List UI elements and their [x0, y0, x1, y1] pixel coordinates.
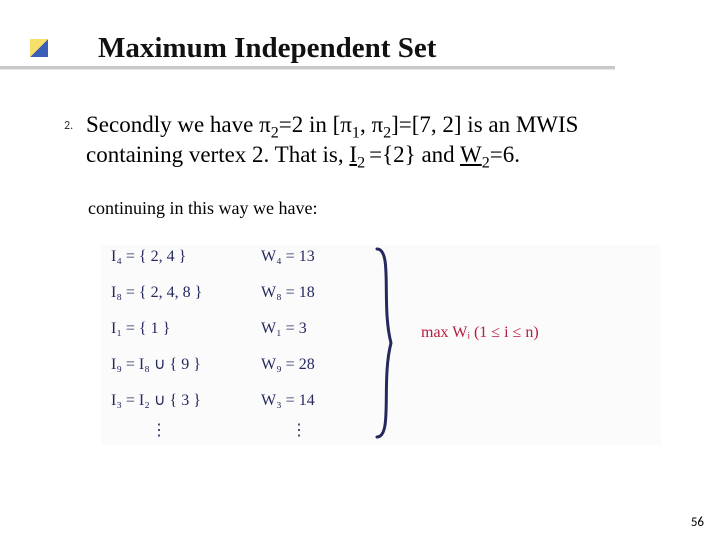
hand-w9: W₉ = 28 — [261, 357, 315, 373]
brace-icon — [371, 245, 401, 446]
hand-w4: W₄ = 13 — [261, 249, 315, 265]
list-item-2: 2. Secondly we have π2=2 in [π1, π2]=[7,… — [64, 110, 680, 170]
hand-w8: W₈ = 18 — [261, 285, 315, 301]
t: W — [460, 142, 482, 167]
body: 2. Secondly we have π2=2 in [π1, π2]=[7,… — [64, 110, 680, 219]
slide-title: Maximum Independent Set — [98, 32, 436, 65]
t: Secondly we have π — [86, 112, 271, 137]
item-number: 2. — [64, 110, 86, 133]
t: 2 — [482, 154, 490, 171]
t: 2 — [383, 125, 391, 142]
hand-i8: I₈ = { 2, 4, 8 } — [111, 285, 202, 301]
t: 1 — [352, 125, 360, 142]
t: 2 — [271, 125, 279, 142]
t: ={2} and — [369, 142, 460, 167]
t: =6. — [490, 142, 520, 167]
handwritten-area: I₄ = { 2, 4 } W₄ = 13 I₈ = { 2, 4, 8 } W… — [100, 244, 662, 446]
hand-dots-left: ⋮ — [151, 423, 167, 439]
continuing-text: continuing in this way we have: — [88, 198, 680, 219]
hand-i9: I₉ = I₈ ∪ { 9 } — [111, 357, 201, 373]
hand-dots-right: ⋮ — [291, 423, 307, 439]
t: , π — [360, 112, 383, 137]
page-number: 56 — [691, 515, 704, 530]
t: =2 in [π — [279, 112, 352, 137]
item-text: Secondly we have π2=2 in [π1, π2]=[7, 2]… — [86, 110, 680, 170]
hand-i1: I₁ = { 1 } — [111, 321, 170, 337]
t: 2 — [357, 154, 369, 171]
hand-w3: W₃ = 14 — [261, 393, 315, 409]
hand-i4: I₄ = { 2, 4 } — [111, 249, 186, 265]
title-bullet-icon — [30, 39, 48, 57]
title-underline — [0, 66, 615, 69]
slide: Maximum Independent Set 2. Secondly we h… — [0, 0, 720, 540]
hand-max: max Wᵢ (1 ≤ i ≤ n) — [421, 325, 539, 341]
t: I — [349, 142, 357, 167]
hand-i3: I₃ = I₂ ∪ { 3 } — [111, 393, 201, 409]
hand-w1: W₁ = 3 — [261, 321, 307, 337]
